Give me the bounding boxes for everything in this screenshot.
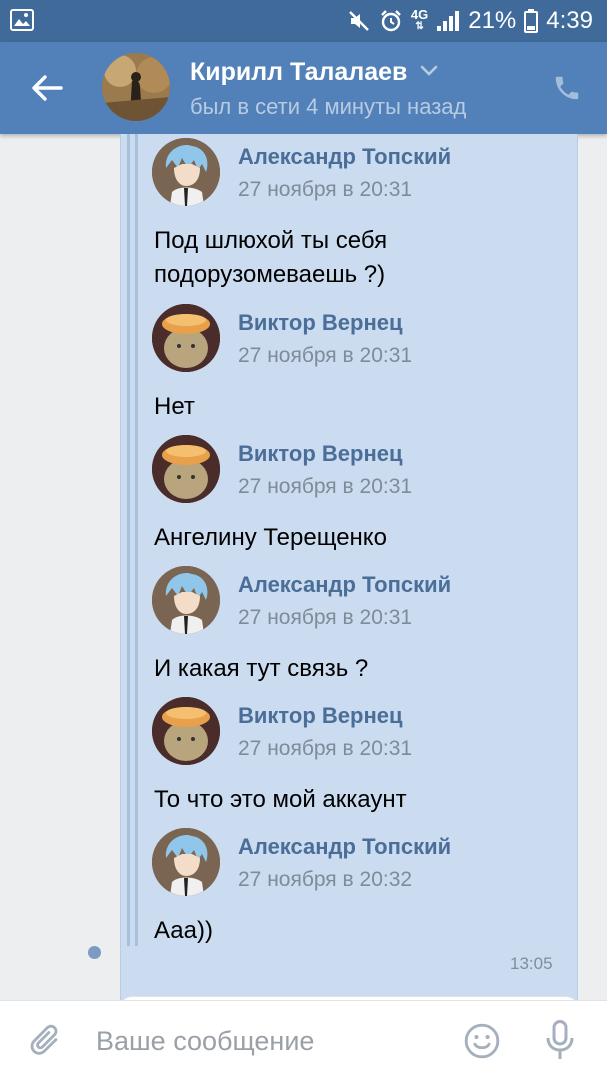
forwarded-message[interactable]: Виктор Вернец 27 ноября в 20:31 Нет <box>152 304 572 434</box>
message-date: 27 ноября в 20:32 <box>238 868 413 891</box>
message-text: Ангелину Терещенко <box>154 524 387 551</box>
author-avatar[interactable] <box>152 828 220 896</box>
author-avatar[interactable] <box>152 138 220 206</box>
message-text: Ааа)) <box>154 917 213 944</box>
emoji-button[interactable] <box>462 1021 502 1061</box>
message-text: И какая тут связь ? <box>154 655 369 682</box>
message-date: 27 ноября в 20:31 <box>238 178 413 201</box>
microphone-icon <box>546 1020 574 1059</box>
chat-area[interactable]: Александр Топский 27 ноября в 20:31 Под … <box>0 134 607 1000</box>
forward-line <box>127 134 130 946</box>
phone-icon <box>555 76 579 100</box>
author-avatar[interactable] <box>152 435 220 503</box>
battery-percent: 21% <box>468 7 517 34</box>
paperclip-icon <box>30 1024 58 1055</box>
emoji-icon <box>464 1023 500 1059</box>
network-label: 4G <box>410 7 429 22</box>
battery-icon <box>524 9 539 33</box>
back-button[interactable] <box>22 66 72 110</box>
author-avatar[interactable] <box>152 304 220 372</box>
author-name[interactable]: Александр Топский <box>238 572 451 598</box>
message-input[interactable] <box>96 1019 436 1063</box>
forwarded-message[interactable]: Александр Топский 27 ноября в 20:31 И ка… <box>152 566 572 696</box>
mute-icon <box>347 9 371 33</box>
author-name[interactable]: Виктор Вернец <box>238 441 403 467</box>
alarm-icon <box>379 9 403 33</box>
contact-name[interactable]: Кирилл Талалаев <box>190 58 407 87</box>
contact-avatar[interactable] <box>102 53 170 121</box>
message-date: 27 ноября в 20:31 <box>238 737 413 760</box>
call-button[interactable] <box>549 70 585 106</box>
forwarded-message[interactable]: Александр Топский 27 ноября в 20:31 Под … <box>152 138 572 308</box>
forwarded-message[interactable]: Александр Топский 27 ноября в 20:32 Ааа)… <box>152 828 572 958</box>
chat-header: Кирилл Талалаев был в сети 4 минуты наза… <box>0 42 607 134</box>
network-4g-icon: 4G ⇅ <box>410 7 429 32</box>
attach-button[interactable] <box>26 1021 66 1061</box>
message-composer <box>0 1000 607 1080</box>
message-time: 13:05 <box>510 954 553 973</box>
message-date: 27 ноября в 20:31 <box>238 344 413 367</box>
message-date: 27 ноября в 20:31 <box>238 475 413 498</box>
chevron-down-icon[interactable] <box>420 64 438 82</box>
back-arrow-icon <box>32 75 63 101</box>
author-name[interactable]: Виктор Вернец <box>238 310 403 336</box>
author-name[interactable]: Александр Топский <box>238 144 451 170</box>
forwarded-message[interactable]: Виктор Вернец 27 ноября в 20:31 Ангелину… <box>152 435 572 565</box>
message-text: Нет <box>154 393 195 420</box>
unread-indicator <box>88 946 101 959</box>
forward-line <box>135 134 138 946</box>
message-date: 27 ноября в 20:31 <box>238 606 413 629</box>
signal-icon <box>436 10 460 32</box>
voice-button[interactable] <box>540 1019 580 1063</box>
forwarded-message[interactable]: Виктор Вернец 27 ноября в 20:31 То что э… <box>152 697 572 827</box>
gallery-icon <box>10 9 34 36</box>
message-text: То что это мой аккаунт <box>154 786 407 813</box>
author-avatar[interactable] <box>152 566 220 634</box>
author-name[interactable]: Александр Топский <box>238 834 451 860</box>
message-text: Под шлюхой ты себя подорузомеваешь ?) <box>154 227 388 288</box>
contact-status: был в сети 4 минуты назад <box>190 94 467 119</box>
status-bar: 4G ⇅ 21% 4:39 <box>0 0 607 42</box>
author-name[interactable]: Виктор Вернец <box>238 703 403 729</box>
clock: 4:39 <box>546 7 593 34</box>
author-avatar[interactable] <box>152 697 220 765</box>
